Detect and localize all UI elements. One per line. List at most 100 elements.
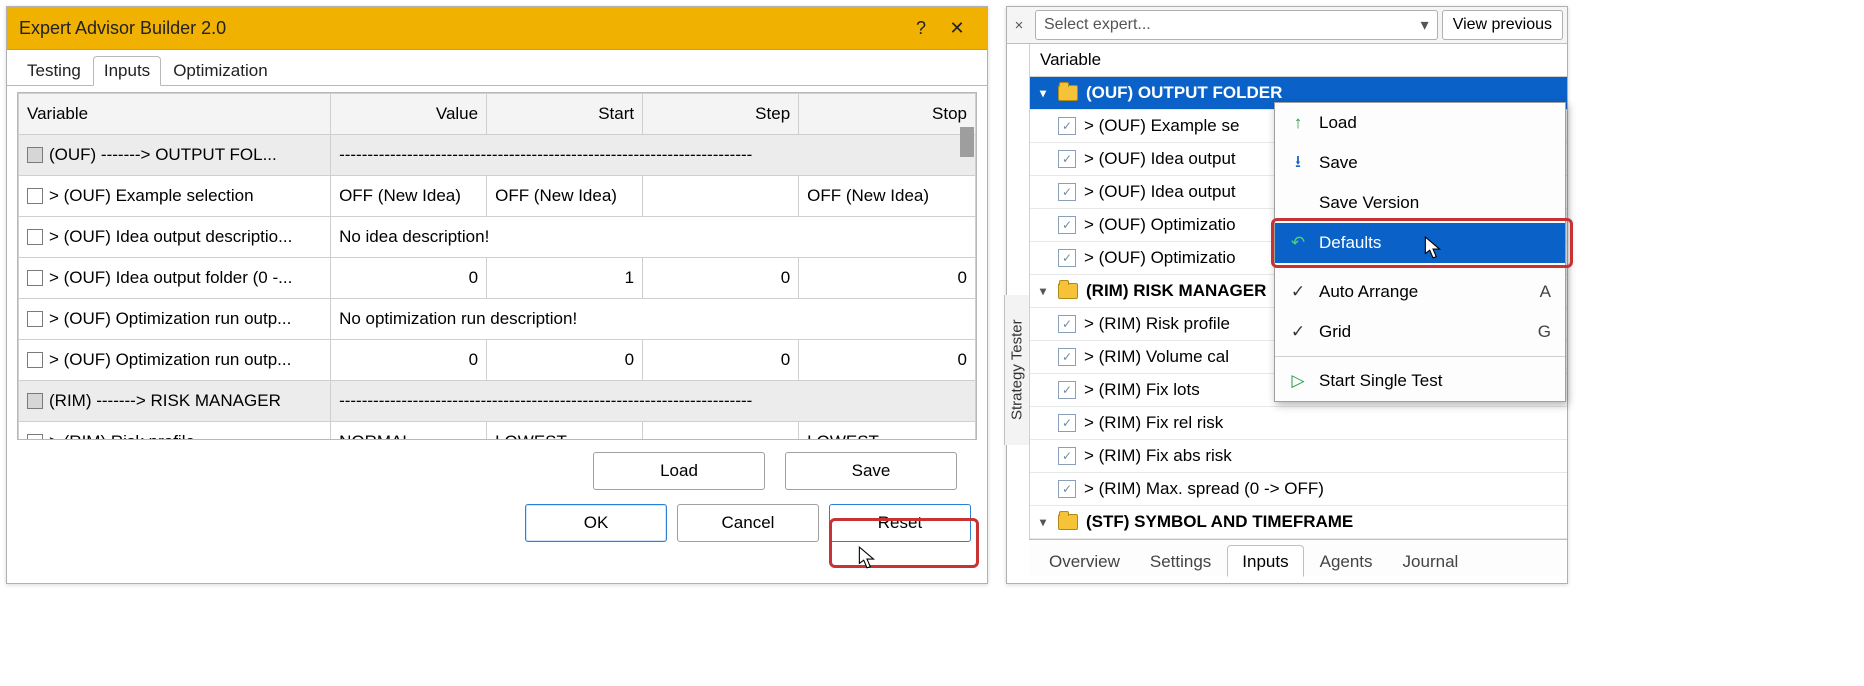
row-step[interactable] [643, 422, 799, 441]
expert-select[interactable]: Select expert... ▾ [1035, 10, 1438, 40]
menu-load[interactable]: ↑ Load [1275, 103, 1565, 143]
tree-checkbox[interactable]: ✓ [1058, 480, 1076, 498]
btab-journal[interactable]: Journal [1389, 546, 1473, 576]
tab-optimization[interactable]: Optimization [163, 57, 277, 85]
row-checkbox[interactable] [27, 270, 43, 286]
grid-row[interactable]: > (RIM) Risk profileNORMALLOWESTLOWEST [19, 422, 976, 441]
menu-defaults[interactable]: ↶ Defaults [1275, 223, 1565, 263]
reset-button[interactable]: Reset [829, 504, 971, 542]
strategy-tester-side-label[interactable]: Strategy Tester [1004, 295, 1029, 445]
ok-button[interactable]: OK [525, 504, 667, 542]
tester-variable-header: Variable [1030, 44, 1567, 77]
row-checkbox[interactable] [27, 229, 43, 245]
col-variable[interactable]: Variable [19, 94, 331, 135]
menu-save[interactable]: ⭳ Save [1275, 143, 1565, 183]
tree-checkbox[interactable]: ✓ [1058, 117, 1076, 135]
row-stop[interactable]: LOWEST [799, 422, 976, 441]
col-step[interactable]: Step [643, 94, 799, 135]
menu-grid[interactable]: ✓ Grid G [1275, 312, 1565, 352]
row-value[interactable]: NORMAL [331, 422, 487, 441]
col-start[interactable]: Start [487, 94, 643, 135]
btab-settings[interactable]: Settings [1136, 546, 1225, 576]
row-stop[interactable]: OFF (New Idea) [799, 176, 976, 217]
row-checkbox[interactable] [27, 311, 43, 327]
grid-row[interactable]: > (OUF) Optimization run outp...No optim… [19, 299, 976, 340]
inputs-grid[interactable]: Variable Value Start Step Stop (OUF) ---… [17, 92, 977, 440]
btab-agents[interactable]: Agents [1306, 546, 1387, 576]
row-value[interactable]: No idea description! [331, 217, 976, 258]
col-stop[interactable]: Stop [799, 94, 976, 135]
row-checkbox[interactable] [27, 147, 43, 163]
row-checkbox[interactable] [27, 434, 43, 440]
context-menu: ↑ Load ⭳ Save Save Version ↶ Defaults ✓ … [1274, 102, 1566, 402]
panel-close-icon[interactable]: × [1007, 17, 1031, 34]
view-previous-button[interactable]: View previous [1442, 10, 1563, 40]
tab-inputs[interactable]: Inputs [93, 56, 161, 86]
row-value[interactable]: OFF (New Idea) [331, 176, 487, 217]
tree-checkbox[interactable]: ✓ [1058, 447, 1076, 465]
tree-checkbox[interactable]: ✓ [1058, 249, 1076, 267]
close-icon[interactable]: ✕ [939, 18, 975, 39]
row-start[interactable]: LOWEST [487, 422, 643, 441]
row-checkbox[interactable] [27, 393, 43, 409]
row-stop[interactable]: 0 [799, 340, 976, 381]
row-step[interactable]: 0 [643, 340, 799, 381]
save-button[interactable]: Save [785, 452, 957, 490]
row-step[interactable]: 0 [643, 258, 799, 299]
expert-select-placeholder: Select expert... [1044, 16, 1151, 34]
row-stop[interactable]: 0 [799, 258, 976, 299]
row-step[interactable] [643, 176, 799, 217]
row-value[interactable]: No optimization run description! [331, 299, 976, 340]
expand-icon[interactable]: ▾ [1036, 515, 1050, 529]
row-value[interactable]: 0 [331, 340, 487, 381]
grid-row[interactable]: > (OUF) Optimization run outp...0000 [19, 340, 976, 381]
cancel-button[interactable]: Cancel [677, 504, 819, 542]
tree-checkbox[interactable]: ✓ [1058, 150, 1076, 168]
play-icon: ▷ [1289, 371, 1307, 391]
grid-row[interactable]: > (OUF) Idea output folder (0 -...0100 [19, 258, 976, 299]
tree-checkbox[interactable]: ✓ [1058, 315, 1076, 333]
load-button[interactable]: Load [593, 452, 765, 490]
grid-row[interactable]: > (OUF) Example selectionOFF (New Idea)O… [19, 176, 976, 217]
grid-row[interactable]: > (OUF) Idea output descriptio...No idea… [19, 217, 976, 258]
tree-checkbox[interactable]: ✓ [1058, 216, 1076, 234]
tree-item-label: > (OUF) Optimizatio [1084, 248, 1236, 268]
col-value[interactable]: Value [331, 94, 487, 135]
help-icon[interactable]: ? [903, 18, 939, 39]
row-start[interactable]: 0 [487, 340, 643, 381]
tree-checkbox[interactable]: ✓ [1058, 414, 1076, 432]
menu-grid-label: Grid [1319, 322, 1526, 342]
menu-auto-arrange[interactable]: ✓ Auto Arrange A [1275, 272, 1565, 312]
expand-icon[interactable]: ▾ [1036, 86, 1050, 100]
tree-item[interactable]: ✓> (RIM) Fix abs risk [1030, 440, 1567, 473]
row-checkbox[interactable] [27, 352, 43, 368]
tree-section[interactable]: ▾(STF) SYMBOL AND TIMEFRAME [1030, 506, 1567, 539]
expand-icon[interactable]: ▾ [1036, 284, 1050, 298]
menu-auto-arrange-label: Auto Arrange [1319, 282, 1528, 302]
tab-testing[interactable]: Testing [17, 57, 91, 85]
dialog-titlebar[interactable]: Expert Advisor Builder 2.0 ? ✕ [7, 7, 987, 50]
row-start[interactable]: OFF (New Idea) [487, 176, 643, 217]
row-start[interactable]: 1 [487, 258, 643, 299]
tree-item[interactable]: ✓ > (RIM) Fix rel risk [1030, 407, 1567, 440]
row-var-label: > (OUF) Example selection [49, 186, 254, 206]
row-value[interactable]: 0 [331, 258, 487, 299]
undo-icon: ↶ [1289, 233, 1307, 253]
row-var-label: (RIM) -------> RISK MANAGER [49, 391, 281, 411]
ok-button-label: OK [584, 513, 609, 533]
menu-start-single-test[interactable]: ▷ Start Single Test [1275, 361, 1565, 401]
menu-save-version[interactable]: Save Version [1275, 183, 1565, 223]
tree-checkbox[interactable]: ✓ [1058, 348, 1076, 366]
tree-checkbox[interactable]: ✓ [1058, 183, 1076, 201]
btab-overview[interactable]: Overview [1035, 546, 1134, 576]
tree-item-label: > (RIM) Fix rel risk [1084, 413, 1223, 433]
grid-scrollbar[interactable] [960, 127, 974, 157]
tree-item[interactable]: ✓> (RIM) Max. spread (0 -> OFF) [1030, 473, 1567, 506]
dialog-tabs: Testing Inputs Optimization [7, 50, 987, 86]
grid-row[interactable]: (OUF) -------> OUTPUT FOL...------------… [19, 135, 976, 176]
tree-checkbox[interactable]: ✓ [1058, 381, 1076, 399]
btab-inputs[interactable]: Inputs [1227, 545, 1303, 577]
row-checkbox[interactable] [27, 188, 43, 204]
grid-row[interactable]: (RIM) -------> RISK MANAGER-------------… [19, 381, 976, 422]
save-button-label: Save [852, 461, 891, 481]
